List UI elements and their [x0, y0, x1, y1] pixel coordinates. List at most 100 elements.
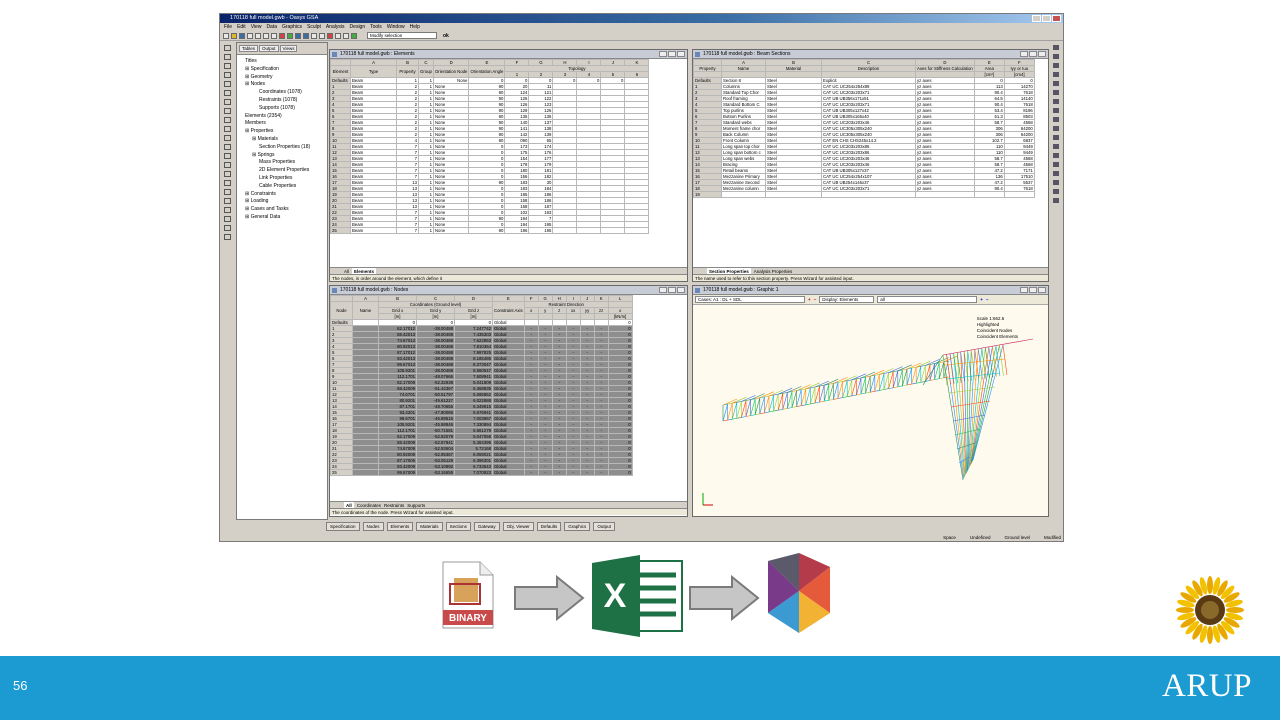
tree-item[interactable]: 2D Element Properties — [239, 167, 325, 175]
maximize-button[interactable] — [668, 51, 676, 57]
table-cell[interactable]: Mezzanine Second — [721, 179, 766, 186]
render-icon[interactable] — [223, 171, 231, 177]
table-cell[interactable]: None — [432, 227, 470, 234]
grid-icon[interactable] — [223, 54, 231, 60]
table-cell[interactable] — [352, 469, 379, 476]
table-cell[interactable]: Global — [492, 469, 525, 476]
table-cell[interactable]: Mezzanine Primary — [721, 173, 766, 180]
save-icon[interactable] — [239, 32, 245, 39]
table-cell[interactable]: 19 — [693, 191, 722, 198]
rotate-icon[interactable] — [223, 126, 231, 132]
paste-icon[interactable] — [271, 32, 277, 39]
tree-item[interactable]: ⊞ Materials — [239, 136, 325, 144]
bottom-button-gateway[interactable]: Gateway — [473, 522, 500, 531]
table-cell[interactable]: Long span bottom c — [721, 149, 766, 156]
minimize-button[interactable] — [1020, 287, 1028, 293]
lock-icon[interactable] — [223, 81, 231, 87]
table-cell[interactable]: 7 — [396, 227, 419, 234]
tree-item[interactable]: Section Properties (18) — [239, 144, 325, 152]
tree-tab-output[interactable]: Output — [259, 45, 279, 52]
tree-item[interactable]: Members — [239, 120, 325, 128]
force-icon[interactable] — [1053, 198, 1059, 203]
minimize-button[interactable] — [1020, 51, 1028, 57]
legend-icon[interactable] — [223, 234, 231, 240]
table-cell[interactable]: 25 — [330, 469, 353, 476]
minimize-button[interactable] — [1032, 15, 1041, 22]
axis-icon[interactable] — [1053, 126, 1059, 131]
table-cell[interactable]: - — [593, 469, 609, 476]
spring-icon[interactable] — [1053, 162, 1059, 167]
snap-icon[interactable] — [1053, 135, 1059, 140]
graphic-icon[interactable] — [303, 32, 309, 39]
minimize-button[interactable] — [659, 51, 667, 57]
bottom-button-graphics[interactable]: Graphics — [564, 522, 591, 531]
redo-icon[interactable] — [287, 32, 293, 39]
nodes-grid[interactable]: A B C D E F G H I J K L Node Name Coordinates (Ground … — [330, 295, 687, 501]
measure-icon[interactable] — [1053, 108, 1059, 113]
tree-icon[interactable] — [223, 99, 231, 105]
table-cell[interactable]: 196 — [504, 227, 530, 234]
pencil-icon[interactable] — [223, 45, 231, 51]
element-icon[interactable] — [223, 72, 231, 78]
text-icon[interactable] — [1053, 54, 1059, 59]
new-icon[interactable] — [223, 32, 229, 39]
display-scope-select[interactable]: all — [877, 296, 978, 303]
deform-icon[interactable] — [223, 216, 231, 222]
tree-item[interactable]: ⊞ Constraints — [239, 191, 325, 199]
menu-tools[interactable]: Tools — [370, 23, 382, 31]
cut-icon[interactable] — [255, 32, 261, 39]
bottom-button-defaults[interactable]: Defaults — [536, 522, 562, 531]
table-cell[interactable]: Moment frame chor — [721, 125, 766, 132]
font-icon[interactable] — [343, 32, 349, 39]
table-cell[interactable]: - — [579, 469, 595, 476]
undo-icon[interactable] — [279, 32, 285, 39]
diagram-icon[interactable] — [223, 225, 231, 231]
table-cell[interactable]: Beam — [350, 227, 397, 234]
plus-icon[interactable]: + — [980, 297, 983, 302]
table-cell[interactable]: - — [551, 469, 567, 476]
tree-item[interactable]: ⊞ Cases and Tasks — [239, 206, 325, 214]
table-cell[interactable] — [973, 191, 1005, 198]
tree-item[interactable]: Link Properties — [239, 175, 325, 183]
cases-select[interactable]: Cases: A1 : DL + SDL — [695, 296, 805, 303]
lasso-icon[interactable] — [1053, 63, 1059, 68]
structural-model-view[interactable] — [693, 305, 1050, 517]
table-cell[interactable]: - — [523, 469, 539, 476]
cursor-icon[interactable] — [1053, 45, 1059, 50]
elements-grid[interactable]: A B C D E F G H I J K Element Type Property Group Orien… — [330, 59, 687, 267]
table-cell[interactable] — [765, 191, 822, 198]
tree-item[interactable]: Cable Properties — [239, 183, 325, 191]
table-cell[interactable]: Mezzanine column — [721, 185, 766, 192]
table-cell[interactable] — [600, 227, 626, 234]
bottom-button-obj-viewer[interactable]: Obj. Viewer — [502, 522, 534, 531]
maximize-button[interactable] — [668, 287, 676, 293]
table-cell[interactable]: 1 — [418, 227, 434, 234]
support-icon[interactable] — [1053, 144, 1059, 149]
table-cell[interactable]: Standard Top Chor — [721, 89, 766, 96]
plus-icon[interactable] — [1053, 117, 1059, 122]
minimize-button[interactable] — [659, 287, 667, 293]
chart-icon[interactable] — [351, 32, 357, 39]
view-icon[interactable] — [223, 135, 231, 141]
find-icon[interactable] — [335, 32, 341, 39]
menu-sculpt[interactable]: Sculpt — [307, 23, 321, 31]
tree-item[interactable]: Titles — [239, 58, 325, 66]
bottom-button-elements[interactable]: Elements — [386, 522, 414, 531]
bottom-button-sections[interactable]: Sections — [445, 522, 471, 531]
table-cell[interactable] — [821, 191, 916, 198]
delete-icon[interactable] — [327, 32, 333, 39]
open-icon[interactable] — [231, 32, 237, 39]
table-cell[interactable] — [552, 227, 578, 234]
tree-item[interactable]: ⊞ Specification — [239, 66, 325, 74]
table-cell[interactable] — [1003, 191, 1035, 198]
beam-icon[interactable] — [1053, 171, 1059, 176]
maximize-button[interactable] — [1042, 15, 1051, 22]
copy-icon[interactable] — [263, 32, 269, 39]
tree-item[interactable]: ⊞ Springs — [239, 152, 325, 160]
label-icon[interactable] — [223, 144, 231, 150]
table-cell[interactable] — [624, 227, 650, 234]
bottom-button-specification[interactable]: Specification — [326, 522, 360, 531]
table-cell[interactable]: 7.070923 — [454, 469, 493, 476]
table-cell[interactable]: 90 — [468, 227, 506, 234]
menu-edit[interactable]: Edit — [237, 23, 246, 31]
